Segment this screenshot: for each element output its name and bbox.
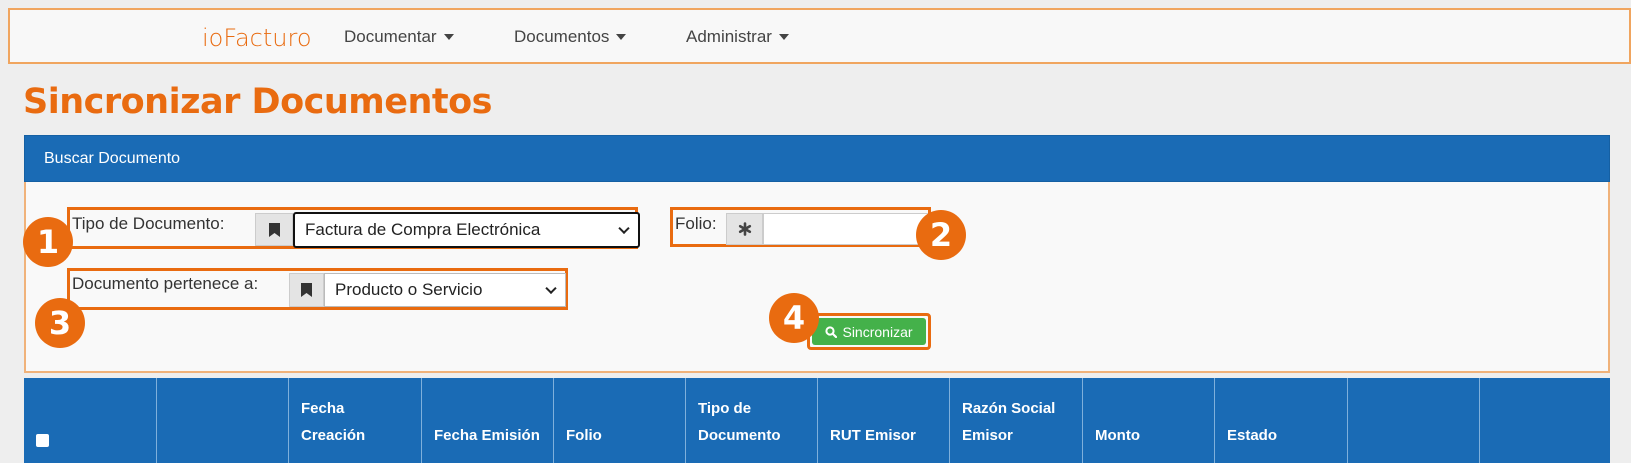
nav-administrar[interactable]: Administrar xyxy=(686,27,789,47)
nav-documentos-label: Documentos xyxy=(514,27,610,46)
header-line2: Fecha Emisión xyxy=(434,427,540,444)
header-cell xyxy=(1480,378,1610,463)
asterisk-icon xyxy=(726,213,763,245)
nav-documentar-label: Documentar xyxy=(344,27,437,46)
bookmark-icon xyxy=(255,213,293,246)
chevron-down-icon xyxy=(618,222,630,235)
nav-administrar-label: Administrar xyxy=(686,27,772,46)
bookmark-icon xyxy=(289,273,324,307)
select-all-checkbox[interactable] xyxy=(36,434,49,447)
folio-input[interactable] xyxy=(763,213,928,245)
page-title: Sincronizar Documentos xyxy=(23,82,493,122)
tipo-documento-label: Tipo de Documento: xyxy=(72,214,225,233)
nav-documentar[interactable]: Documentar xyxy=(344,27,454,47)
header-tipo-documento[interactable]: Tipo de Documento xyxy=(686,378,818,463)
header-fecha-creacion[interactable]: Fecha Creación xyxy=(289,378,422,463)
caret-down-icon xyxy=(616,34,627,40)
header-line2: Fecha Creación xyxy=(301,400,366,444)
nav-documentos[interactable]: Documentos xyxy=(514,27,627,47)
header-select-all xyxy=(24,378,157,463)
pertenece-select[interactable]: Producto o Servicio xyxy=(324,273,566,307)
step-badge-3: 3 xyxy=(35,298,85,348)
header-cell xyxy=(157,378,289,463)
step-badge-2: 2 xyxy=(916,210,966,260)
header-line1: Razón Social xyxy=(962,400,1056,417)
header-line2: RUT Emisor xyxy=(830,427,916,444)
navbar: ioFacturo Documentar Documentos Administ… xyxy=(8,8,1631,64)
search-panel-header: Buscar Documento xyxy=(24,135,1610,182)
caret-down-icon xyxy=(443,34,454,40)
brand-logo[interactable]: ioFacturo xyxy=(202,24,312,52)
header-cell xyxy=(1348,378,1480,463)
step-badge-4: 4 xyxy=(769,293,819,343)
header-razon-social[interactable]: Razón Social Emisor xyxy=(950,378,1083,463)
header-folio[interactable]: Folio xyxy=(554,378,686,463)
pertenece-value: Producto o Servicio xyxy=(335,280,483,299)
step-badge-1: 1 xyxy=(23,217,73,267)
search-panel-title: Buscar Documento xyxy=(44,150,181,167)
header-line2: Emisor xyxy=(962,427,1013,444)
header-fecha-emision[interactable]: Fecha Emisión xyxy=(422,378,554,463)
header-line2: Estado xyxy=(1227,427,1278,444)
sincronizar-button[interactable]: Sincronizar xyxy=(812,318,926,345)
header-line2: Monto xyxy=(1095,427,1140,444)
header-monto[interactable]: Monto xyxy=(1083,378,1215,463)
header-rut-emisor[interactable]: RUT Emisor xyxy=(818,378,950,463)
sincronizar-label: Sincronizar xyxy=(842,323,913,340)
tipo-documento-value: Factura de Compra Electrónica xyxy=(305,220,541,239)
folio-label: Folio: xyxy=(675,214,717,233)
chevron-down-icon xyxy=(545,282,557,295)
header-line2: Folio xyxy=(566,427,602,444)
tipo-documento-select[interactable]: Factura de Compra Electrónica xyxy=(293,212,640,248)
caret-down-icon xyxy=(778,34,789,40)
header-line1: Tipo de xyxy=(698,400,752,417)
pertenece-label: Documento pertenece a: xyxy=(72,274,259,293)
results-table-header: Fecha Creación Fecha Emisión Folio Tipo … xyxy=(24,378,1610,463)
search-icon xyxy=(825,325,838,338)
header-line2: Documento xyxy=(698,427,781,444)
header-estado[interactable]: Estado xyxy=(1215,378,1348,463)
